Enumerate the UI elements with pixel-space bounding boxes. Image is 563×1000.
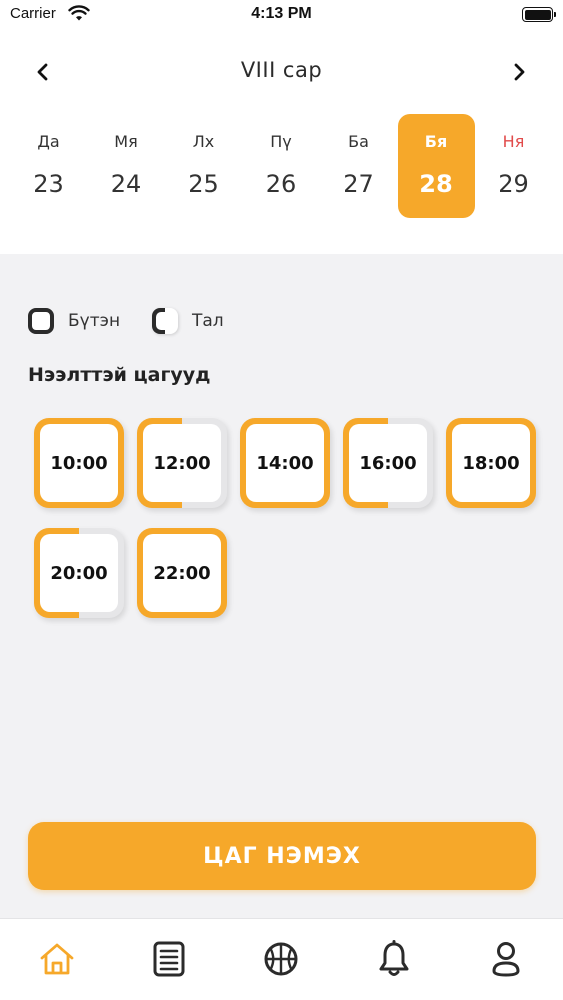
legend-half-label: Тал bbox=[192, 311, 224, 331]
time-slot-label: 22:00 bbox=[153, 562, 211, 584]
tab-sports[interactable] bbox=[261, 939, 301, 979]
legend-half: Тал bbox=[152, 306, 224, 336]
day-number: 26 bbox=[265, 170, 297, 198]
day-number: 27 bbox=[343, 170, 374, 198]
time-slot-label: 12:00 bbox=[153, 452, 211, 474]
chevron-right-icon bbox=[514, 63, 525, 81]
status-bar: Carrier 4:13 PM bbox=[0, 0, 563, 30]
day-name: Да bbox=[37, 132, 60, 151]
tab-home[interactable] bbox=[37, 939, 77, 979]
list-icon bbox=[153, 941, 185, 977]
home-icon bbox=[40, 943, 74, 975]
time-slot[interactable]: 12:00 bbox=[137, 418, 227, 508]
day-name: Бя bbox=[424, 132, 448, 151]
clock: 4:13 PM bbox=[251, 5, 312, 22]
day-name: Лх bbox=[192, 132, 215, 151]
profile-icon bbox=[492, 942, 520, 977]
time-slot[interactable]: 16:00 bbox=[343, 418, 433, 508]
time-slot-label: 10:00 bbox=[50, 452, 108, 474]
time-slot-label: 16:00 bbox=[359, 452, 417, 474]
section-title: Нээлттэй цагууд bbox=[28, 364, 211, 386]
availability-legend: Бүтэн Тал bbox=[28, 306, 428, 336]
time-slot-label: 18:00 bbox=[462, 452, 520, 474]
day-name: Мя bbox=[114, 132, 138, 151]
next-month-button[interactable] bbox=[501, 54, 537, 90]
time-slot[interactable]: 10:00 bbox=[34, 418, 124, 508]
day-number: 28 bbox=[419, 170, 453, 198]
day-strip: Да 23 Мя 24 Лх 25 Пү 26 Ба 27 Бя 28 Ня 2… bbox=[10, 114, 553, 218]
add-time-button-label: ЦАГ НЭМЭХ bbox=[203, 843, 361, 869]
full-slot-icon bbox=[28, 308, 54, 334]
time-slot[interactable]: 22:00 bbox=[137, 528, 227, 618]
legend-full: Бүтэн bbox=[28, 306, 120, 336]
time-slot-label: 14:00 bbox=[256, 452, 314, 474]
time-slot-label: 20:00 bbox=[50, 562, 108, 584]
day-item[interactable]: Пү 26 bbox=[243, 114, 320, 218]
month-nav: VIII сар bbox=[0, 52, 563, 92]
time-slot[interactable]: 20:00 bbox=[34, 528, 124, 618]
day-item[interactable]: Ба 27 bbox=[320, 114, 397, 218]
day-number: 25 bbox=[188, 170, 219, 198]
day-item[interactable]: Да 23 bbox=[10, 114, 87, 218]
day-item[interactable]: Ня 29 bbox=[475, 114, 552, 218]
day-item-selected[interactable]: Бя 28 bbox=[397, 114, 475, 218]
day-number: 23 bbox=[33, 170, 64, 198]
day-name: Ня bbox=[502, 132, 525, 151]
tab-list[interactable] bbox=[149, 939, 189, 979]
month-title: VIII сар bbox=[240, 58, 323, 82]
day-item[interactable]: Мя 24 bbox=[88, 114, 165, 218]
tab-profile[interactable] bbox=[486, 939, 526, 979]
day-number: 24 bbox=[110, 170, 142, 198]
basketball-icon bbox=[264, 942, 298, 976]
day-item[interactable]: Лх 25 bbox=[165, 114, 242, 218]
time-slot[interactable]: 18:00 bbox=[446, 418, 536, 508]
day-name: Ба bbox=[348, 132, 369, 151]
day-name: Пү bbox=[270, 132, 292, 151]
calendar-header: VIII сар Да 23 Мя 24 Лх 25 Пү 26 Ба 27 Б bbox=[0, 30, 563, 254]
legend-full-label: Бүтэн bbox=[68, 311, 121, 331]
tab-notifications[interactable] bbox=[374, 939, 414, 979]
bell-icon bbox=[379, 940, 409, 976]
time-slot-grid: 10:00 12:00 14:00 16:00 18:00 20:00 22:0… bbox=[34, 418, 544, 618]
day-number: 29 bbox=[498, 170, 529, 198]
time-slot[interactable]: 14:00 bbox=[240, 418, 330, 508]
half-slot-icon bbox=[152, 308, 178, 334]
add-time-button[interactable]: ЦАГ НЭМЭХ bbox=[28, 822, 536, 890]
tab-bar bbox=[0, 918, 563, 1000]
battery-icon bbox=[522, 7, 556, 22]
